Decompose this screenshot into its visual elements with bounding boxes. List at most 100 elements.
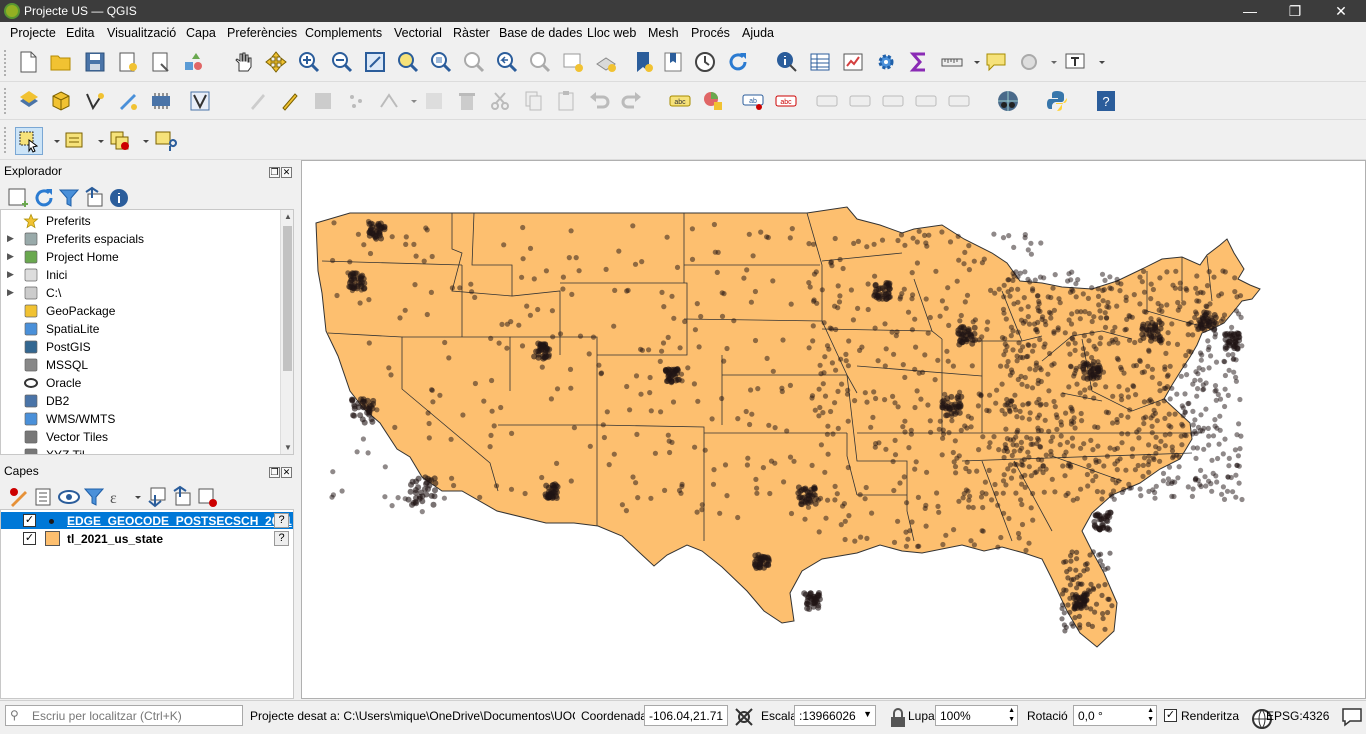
expression-dropdown-icon[interactable] [126,485,141,503]
collapse-all-icon[interactable] [82,186,103,207]
collapse-all-layers-icon[interactable] [170,485,191,506]
pin-labels-icon[interactable]: ab [741,89,765,113]
browser-item[interactable]: ▶ Preferits espacials [1,230,293,248]
menu-base-de-dades[interactable]: Base de dades [499,26,582,40]
browser-item[interactable]: ▶ Project Home [1,248,293,266]
zoom-next-icon[interactable] [528,50,552,74]
help-icon[interactable]: ? [274,513,289,528]
move-label-icon[interactable] [815,89,839,113]
open-project-icon[interactable] [49,50,73,74]
zoom-out-icon[interactable] [330,50,354,74]
menu-visualitzacio[interactable]: Visualització [107,26,176,40]
zoom-native-icon[interactable] [462,50,486,74]
open-layer-styling-icon[interactable] [7,485,27,507]
layer-visibility-checkbox[interactable]: ✓ [23,532,36,545]
render-checkbox[interactable]: ✓ [1164,709,1177,722]
browser-item[interactable]: DB2 [1,392,293,410]
menu-raster[interactable]: Ràster [453,26,490,40]
map-tips-icon[interactable] [984,50,1008,74]
annotation-tool-icon[interactable] [1017,50,1041,74]
browser-item[interactable]: Preferits [1,212,293,230]
toolbar-grip[interactable] [4,50,8,76]
manage-map-themes-icon[interactable] [57,485,80,504]
menu-complements[interactable]: Complements [305,26,382,40]
layer-visibility-checkbox[interactable]: ✓ [23,514,36,527]
temporal-controller-icon[interactable] [693,50,717,74]
current-edits-icon[interactable] [246,89,270,113]
zoom-last-icon[interactable] [495,50,519,74]
new-geopackage-layer-icon[interactable] [49,89,73,113]
new-temporary-layer-icon[interactable] [116,89,140,113]
redo-icon[interactable] [620,89,644,113]
restore-button[interactable]: ❐ [1283,2,1307,20]
show-bookmarks-icon[interactable] [661,50,685,74]
remove-layer-icon[interactable] [195,485,217,507]
text-annotation-icon[interactable] [1063,50,1087,74]
menu-vectorial[interactable]: Vectorial [394,26,442,40]
change-label-icon[interactable] [914,89,938,113]
float-panel-icon[interactable]: ❐ [269,167,280,178]
zoom-to-layer-icon[interactable] [429,50,453,74]
quickmapservices-icon[interactable] [996,89,1020,113]
expand-all-icon[interactable] [145,485,166,508]
browser-item[interactable]: MSSQL [1,356,293,374]
browser-item[interactable]: Vector Tiles [1,428,293,446]
vertex-dropdown-icon[interactable] [402,89,417,113]
zoom-full-icon[interactable] [363,50,387,74]
undo-icon[interactable] [587,89,611,113]
select-features-icon[interactable] [15,127,43,155]
new-bookmark-icon[interactable] [631,50,655,74]
toolbar-grip[interactable] [4,127,8,153]
expand-arrow-icon[interactable]: ▶ [7,269,14,280]
menu-lloc-web[interactable]: Lloc web [587,26,636,40]
style-manager-icon[interactable] [182,50,206,74]
spin-arrows-icon[interactable]: ▲ ▼ [1008,706,1015,724]
toggle-editing-icon[interactable] [278,89,302,113]
filter-browser-icon[interactable] [57,186,80,207]
browser-item[interactable]: PostGIS [1,338,293,356]
pan-map-icon[interactable] [231,50,255,74]
filter-by-expression-icon[interactable]: ε [107,485,125,507]
scale-combo[interactable]: :13966026 ▼ [794,705,876,726]
vertex-tool-icon[interactable] [377,89,401,113]
delete-selected-icon[interactable] [455,89,479,113]
browser-item[interactable]: Oracle [1,374,293,392]
copy-features-icon[interactable] [521,89,545,113]
minimize-button[interactable]: — [1238,2,1262,20]
new-3d-view-icon[interactable] [594,50,618,74]
browser-item[interactable]: SpatiaLite [1,320,293,338]
properties-info-icon[interactable] [107,186,128,207]
python-console-icon[interactable] [1045,89,1069,113]
browser-scroll-thumb[interactable] [283,226,292,371]
attribute-table-icon[interactable] [808,50,832,74]
deselect-all-icon[interactable] [108,129,132,153]
paste-features-icon[interactable] [554,89,578,113]
new-virtual-layer-icon[interactable] [149,89,173,113]
crs-globe-icon[interactable] [1250,707,1272,729]
menu-capa[interactable]: Capa [186,26,216,40]
new-print-layout-icon[interactable] [116,50,140,74]
annotation-dropdown-icon[interactable] [1042,50,1057,74]
new-shapefile-layer-icon[interactable] [83,89,107,113]
menu-mesh[interactable]: Mesh [648,26,679,40]
toggle-extents-icon[interactable] [732,705,753,726]
menu-preferencies[interactable]: Preferències [227,26,297,40]
select-by-value-dropdown-icon[interactable] [89,129,104,153]
refresh-browser-icon[interactable] [32,186,53,207]
new-spatialite-layer-icon[interactable] [188,89,212,113]
add-point-feature-icon[interactable] [344,89,368,113]
select-by-location-icon[interactable] [153,129,177,153]
layer-row-points[interactable]: ✓ EDGE_GEOCODE_POSTSECSCH_2021 ? [1,512,293,529]
messages-icon[interactable] [1340,705,1362,727]
map-svg[interactable] [302,161,1365,698]
rotation-spinbox[interactable]: 0,0 ° ▲ ▼ [1073,705,1157,726]
label-properties-icon[interactable] [947,89,971,113]
close-panel-icon[interactable]: ✕ [281,467,292,478]
sum-icon[interactable] [907,50,931,74]
browser-item[interactable]: GeoPackage [1,302,293,320]
zoom-to-selection-icon[interactable] [396,50,420,74]
show-hide-labels-icon[interactable] [848,89,872,113]
close-button[interactable]: ✕ [1329,2,1353,20]
statistical-summary-icon[interactable] [841,50,865,74]
measure-dropdown-icon[interactable] [965,50,980,74]
